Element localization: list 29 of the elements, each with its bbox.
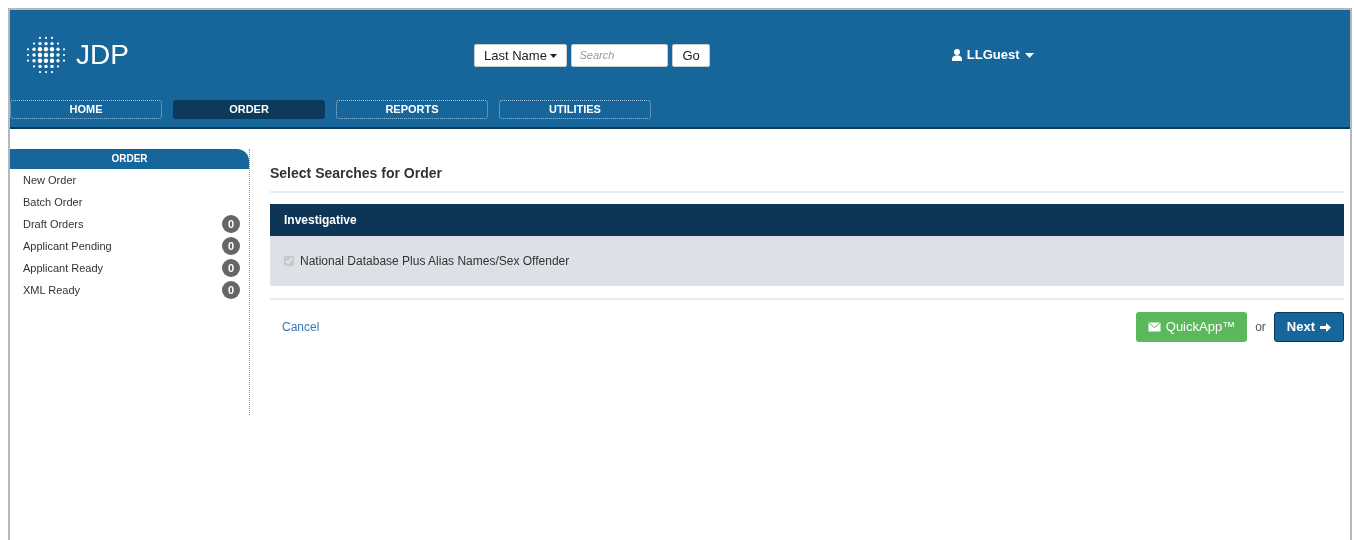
sidebar-item[interactable]: New Order (23, 171, 77, 189)
panel-title: Investigative (270, 204, 1344, 236)
sidebar-item[interactable]: XML Ready (23, 281, 81, 299)
page-title: Select Searches for Order (270, 165, 443, 183)
user-icon (951, 49, 962, 61)
sidebar-item[interactable]: Batch Order (23, 193, 83, 211)
sidebar-item[interactable]: Applicant Pending (23, 237, 112, 255)
cancel-link[interactable]: Cancel (282, 318, 320, 336)
sidebar-item[interactable]: Draft Orders (23, 215, 84, 233)
caret-icon (1024, 52, 1034, 58)
sidebar-title: ORDER (10, 149, 249, 169)
caret-icon (550, 54, 558, 59)
count-badge: 0 (222, 281, 240, 299)
count-badge: 0 (222, 259, 240, 277)
search-type-dropdown[interactable]: Last Name (474, 43, 568, 67)
logo-icon (24, 34, 68, 76)
user-menu[interactable]: LLGuest (951, 45, 1034, 65)
arrow-icon (1320, 321, 1331, 333)
envelope-icon (1147, 322, 1161, 332)
go-button[interactable]: Go (672, 43, 710, 67)
logo-text: JDP (76, 38, 129, 72)
next-button[interactable]: Next (1273, 312, 1344, 342)
count-badge: 0 (222, 237, 240, 255)
search-field[interactable]: Search (571, 43, 669, 67)
nav-tab[interactable]: ORDER (173, 100, 325, 119)
count-badge: 0 (222, 215, 240, 233)
option-label: National Database Plus Alias Names/Sex Offender (300, 253, 570, 270)
sidebar-item[interactable]: Applicant Ready (23, 259, 104, 277)
or-text: or (1255, 319, 1266, 336)
